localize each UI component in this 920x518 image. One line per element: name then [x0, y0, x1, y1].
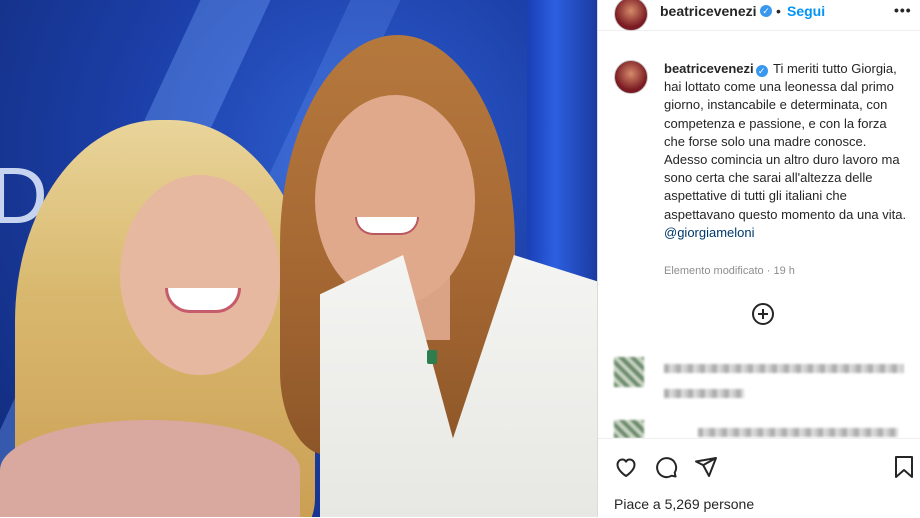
- person-left-shoulder: [0, 420, 300, 517]
- caption-mention[interactable]: @giorgiameloni: [664, 225, 755, 240]
- comment-text-redacted: [698, 428, 898, 437]
- caption-author-avatar[interactable]: [614, 60, 648, 94]
- follow-button[interactable]: Segui: [787, 3, 825, 19]
- post-actions-bar: Piace a 5,269 persone: [598, 438, 920, 518]
- post-photo[interactable]: Do: [0, 0, 597, 517]
- add-comment-icon[interactable]: [752, 303, 774, 325]
- heart-icon[interactable]: [614, 455, 638, 484]
- verified-badge-icon: ✓: [760, 5, 772, 17]
- edited-label: Elemento modificato: [664, 265, 764, 277]
- verified-badge-icon: ✓: [755, 65, 768, 77]
- comment-meta-redacted: [664, 389, 744, 398]
- more-options-icon[interactable]: •••: [894, 2, 912, 18]
- bookmark-icon[interactable]: [894, 455, 914, 484]
- likes-count[interactable]: Piace a 5,269 persone: [614, 496, 754, 512]
- caption-username[interactable]: beatricevenezi: [664, 61, 754, 76]
- post-meta: Elemento modificato · 19 h: [664, 265, 795, 277]
- post-time[interactable]: 19 h: [773, 265, 794, 277]
- meta-separator: ·: [766, 265, 771, 277]
- comment-text-redacted: [664, 364, 904, 373]
- share-icon[interactable]: [694, 455, 718, 484]
- post-side-panel: beatricevenezi ✓ • Segui ••• beatriceven…: [597, 0, 920, 518]
- comment-avatar-redacted: [614, 357, 644, 387]
- person-right-pendant: [427, 350, 437, 364]
- author-avatar[interactable]: [614, 0, 648, 31]
- comment-avatar-redacted: [614, 420, 644, 438]
- comment-icon[interactable]: [654, 455, 678, 484]
- header-separator: •: [776, 3, 781, 19]
- author-username[interactable]: beatricevenezi: [660, 3, 757, 19]
- post-header: beatricevenezi ✓ • Segui •••: [598, 0, 920, 31]
- person-left-face: [120, 175, 280, 375]
- post-caption: beatricevenezi ✓ Ti meriti tutto Giorgia,…: [664, 60, 909, 242]
- caption-text: Ti meriti tutto Giorgia, hai lottato com…: [664, 61, 907, 222]
- person-right-smile: [355, 217, 419, 235]
